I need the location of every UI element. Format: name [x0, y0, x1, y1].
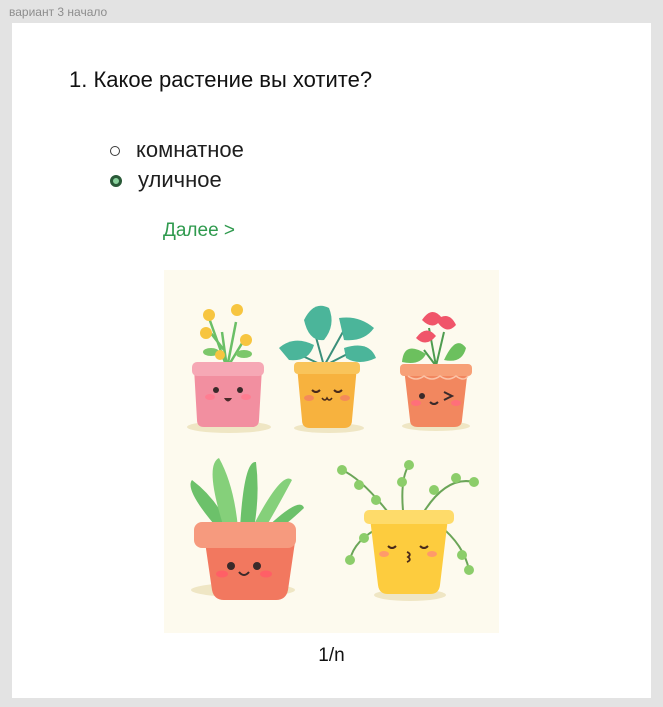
- aloe-plant-icon: [190, 458, 304, 600]
- survey-page: 1. Какое растение вы хотите? комнатное у…: [12, 23, 651, 698]
- hanging-plant-icon: [337, 460, 479, 594]
- anthurium-plant-icon: [400, 311, 472, 427]
- frame-label: вариант 3 начало: [9, 5, 108, 19]
- plants-illustration: [164, 270, 499, 633]
- radio-indoor[interactable]: [110, 146, 120, 156]
- page-indicator: 1/n: [318, 645, 345, 666]
- question-title: 1. Какое растение вы хотите?: [69, 67, 373, 92]
- option-outdoor-label: уличное: [138, 167, 222, 192]
- answer-options: комнатное уличное: [110, 135, 244, 195]
- monstera-plant-icon: [279, 305, 376, 428]
- option-outdoor[interactable]: уличное: [110, 165, 244, 195]
- flowers-plant-icon: [192, 304, 264, 427]
- next-button[interactable]: Далее >: [163, 220, 235, 242]
- radio-outdoor[interactable]: [110, 175, 122, 187]
- option-indoor-label: комнатное: [136, 137, 244, 162]
- option-indoor[interactable]: комнатное: [110, 135, 244, 165]
